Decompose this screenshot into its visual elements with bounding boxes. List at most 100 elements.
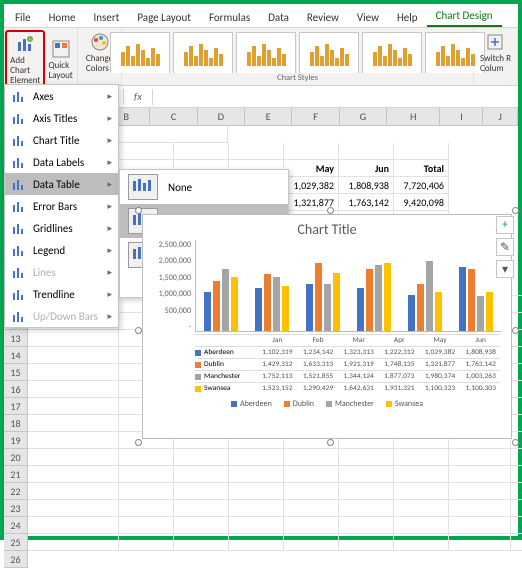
tab-view[interactable]: View [348,8,388,27]
row-header-18[interactable]: 18 [4,415,28,432]
tab-page-layout[interactable]: Page Layout [128,8,200,27]
cell[interactable] [119,500,174,517]
cell[interactable] [339,517,394,534]
tab-help[interactable]: Help [388,8,427,27]
cell[interactable] [511,364,522,381]
cell[interactable] [511,347,522,364]
col-header-D[interactable]: D [198,108,245,125]
cell[interactable] [511,313,522,330]
cell[interactable] [284,517,339,534]
chart-style-3[interactable] [236,32,296,73]
cell[interactable] [511,330,522,347]
cell[interactable] [174,466,229,483]
cell[interactable]: 7,720,406 [394,177,449,194]
cell[interactable]: 1,763,142 [339,194,394,211]
bar-group-Jan[interactable] [204,269,238,331]
cell[interactable] [284,483,339,500]
cell[interactable]: Jun [339,160,394,177]
cell[interactable] [339,449,394,466]
chart-title[interactable]: Chart Title [143,215,511,240]
menu-chart-title[interactable]: Chart Title▸ [5,129,118,151]
col-header-G[interactable]: G [340,108,387,125]
col-header-I[interactable]: I [440,108,483,125]
cell[interactable] [511,483,522,500]
cell[interactable] [229,534,284,551]
tab-file[interactable]: File [6,8,40,27]
legend-swansea[interactable]: Swansea [386,399,423,409]
legend-dublin[interactable]: Dublin [284,399,314,409]
switch-row-col-button[interactable]: Switch R Colum [477,30,514,76]
cell[interactable]: 1,321,877 [284,194,339,211]
menu-gridlines[interactable]: Gridlines▸ [5,217,118,239]
bar-group-Apr[interactable] [357,263,391,331]
row-header-16[interactable]: 16 [4,381,28,398]
cell[interactable] [284,449,339,466]
plot-area[interactable] [195,240,501,332]
cell[interactable] [449,517,511,534]
cell[interactable] [511,466,522,483]
cell[interactable] [511,517,522,534]
cell[interactable] [511,449,522,466]
cell[interactable] [394,534,449,551]
chart-styles-gallery[interactable] [108,30,487,73]
tab-insert[interactable]: Insert [85,8,129,27]
cell[interactable] [394,483,449,500]
col-header-C[interactable]: C [150,108,197,125]
chart-elements-button[interactable]: + [496,216,514,234]
cell[interactable] [339,534,394,551]
cell[interactable] [339,143,394,160]
cell[interactable] [229,466,284,483]
cell[interactable]: May [284,160,339,177]
cell[interactable] [511,500,522,517]
tab-home[interactable]: Home [40,8,85,27]
cell[interactable]: 1,029,382 [284,177,339,194]
cell[interactable] [511,432,522,449]
cell[interactable] [394,517,449,534]
cell[interactable] [511,415,522,432]
menu-axis-titles[interactable]: Axis Titles▸ [5,107,118,129]
chart-style-5[interactable] [362,32,422,73]
menu-error-bars[interactable]: Error Bars▸ [5,195,118,217]
tab-formulas[interactable]: Formulas [200,8,259,27]
cell[interactable] [174,517,229,534]
cell[interactable] [284,500,339,517]
cell[interactable] [339,500,394,517]
menu-legend[interactable]: Legend▸ [5,239,118,261]
cell[interactable] [229,483,284,500]
row-header-24[interactable]: 24 [4,517,28,534]
quick-layout-button[interactable]: Quick Layout [45,30,75,90]
menu-trendline[interactable]: Trendline▸ [5,283,118,305]
cell[interactable] [229,500,284,517]
cell[interactable] [119,483,174,500]
row-header-19[interactable]: 19 [4,432,28,449]
chart-style-2[interactable] [173,32,233,73]
cell[interactable]: 9,420,098 [394,194,449,211]
cell[interactable] [284,143,339,160]
cell[interactable] [449,449,511,466]
legend-aberdeen[interactable]: Aberdeen [231,399,272,409]
cell[interactable] [394,143,449,160]
cell[interactable] [119,143,174,160]
cell[interactable] [174,483,229,500]
row-header-20[interactable]: 20 [4,449,28,466]
cell[interactable] [339,483,394,500]
legend-manchester[interactable]: Manchester [326,399,374,409]
row-header-25[interactable]: 25 [4,534,28,551]
bar-group-May[interactable] [408,261,442,331]
row-header-14[interactable]: 14 [4,347,28,364]
cell[interactable] [511,398,522,415]
tab-data[interactable]: Data [259,8,298,27]
menu-axes[interactable]: Axes▸ [5,85,118,107]
cell[interactable] [511,381,522,398]
row-header-17[interactable]: 17 [4,398,28,415]
add-chart-element-button[interactable]: + Add Chart Element [5,30,45,90]
cell[interactable]: 1,808,938 [339,177,394,194]
col-header-E[interactable]: E [245,108,292,125]
tab-review[interactable]: Review [298,8,348,27]
cell[interactable] [229,449,284,466]
cell[interactable] [229,517,284,534]
cell[interactable] [394,500,449,517]
cell[interactable] [174,449,229,466]
row-header-26[interactable]: 26 [4,551,28,568]
cell[interactable] [339,466,394,483]
